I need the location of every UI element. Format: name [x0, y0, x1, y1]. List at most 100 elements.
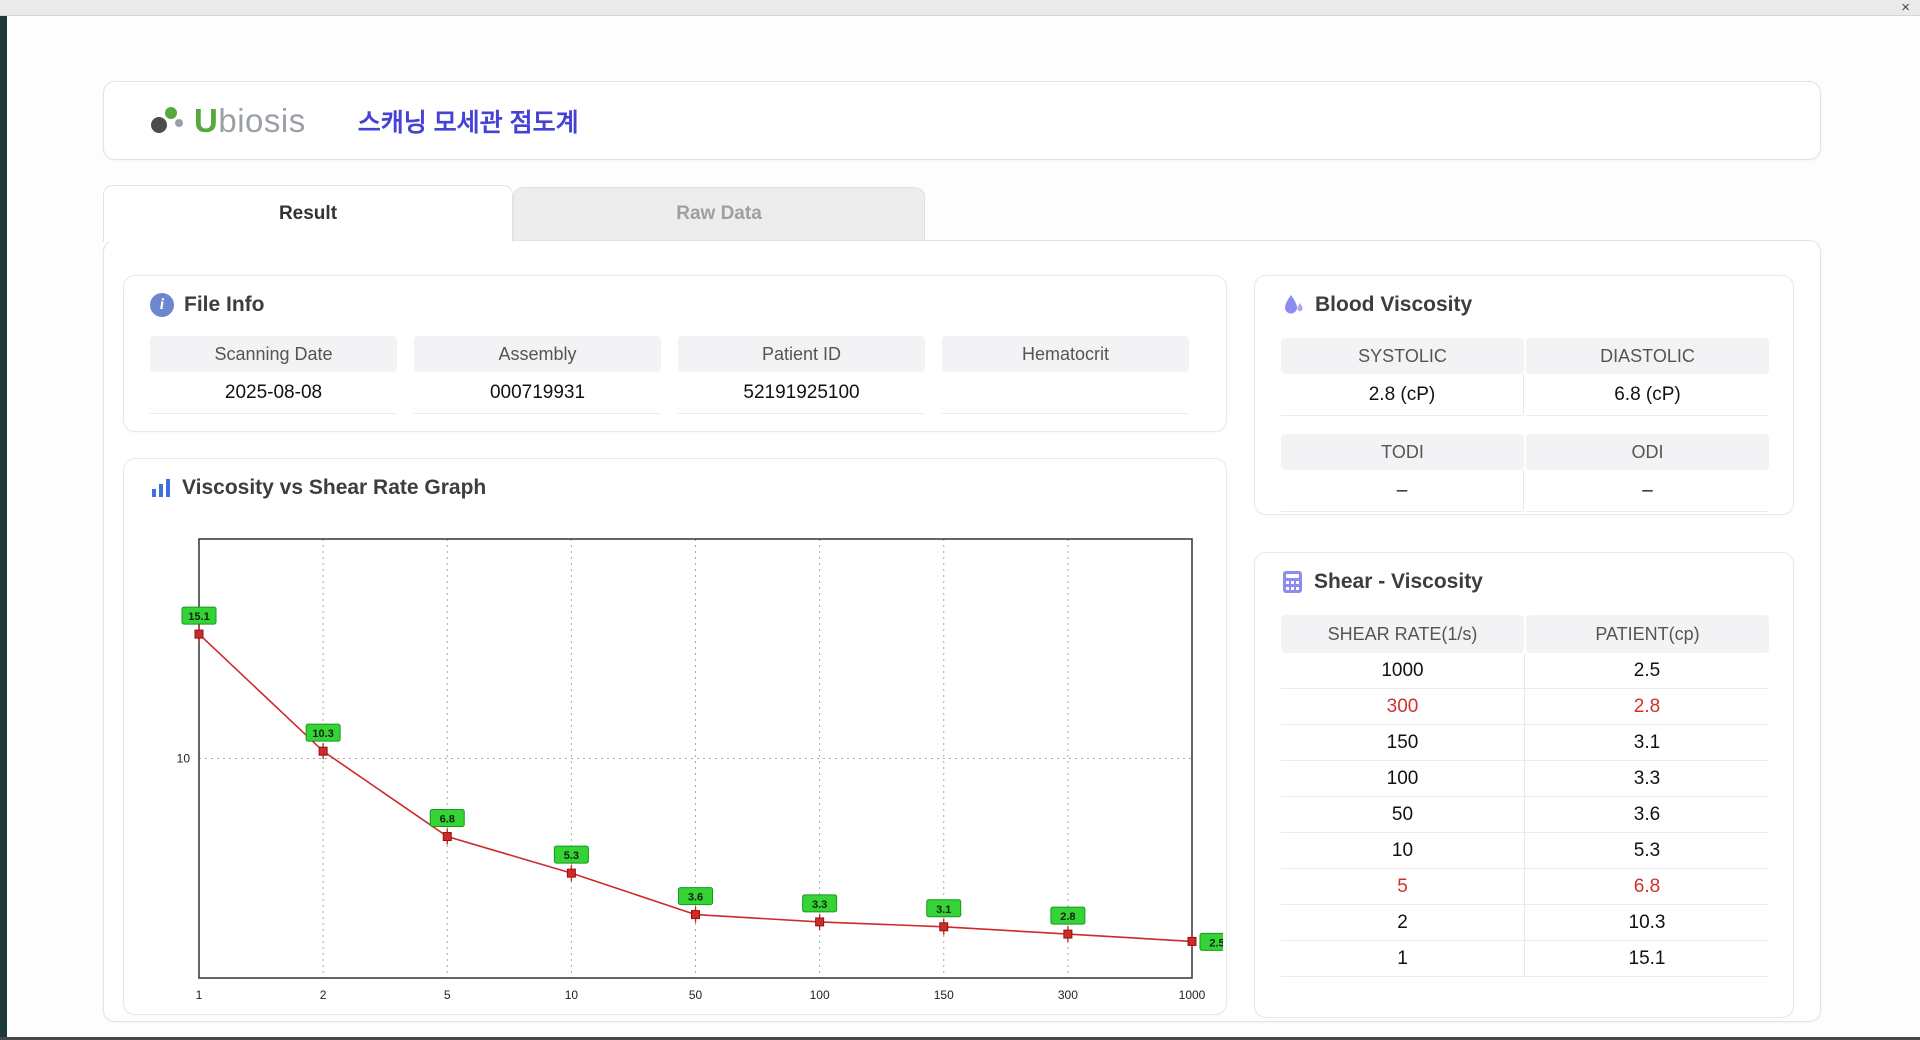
shear-rate-cell: 1 — [1281, 941, 1525, 977]
svg-text:50: 50 — [689, 988, 703, 1002]
graph-card: Viscosity vs Shear Rate Graph 15.1 10.3 6.… — [123, 458, 1235, 1015]
svg-text:3.1: 3.1 — [936, 904, 951, 916]
patient-viscosity-cell: 3.1 — [1525, 725, 1769, 761]
shear-table: SHEAR RATE(1/s) PATIENT(cp) 1000 2.5 300 2.… — [1281, 615, 1769, 977]
graph-header: Viscosity vs Shear Rate Graph — [124, 459, 1226, 500]
blood-viscosity-header: Blood Viscosity — [1255, 276, 1793, 317]
blood-viscosity-grid: SYSTOLIC DIASTOLIC 2.8 (cP) 6.8 (cP) TOD… — [1281, 338, 1769, 512]
file-info-fields: Scanning Date 2025-08-08 Assembly 000719… — [150, 336, 1189, 414]
logo-letter-u: U — [194, 101, 219, 139]
svg-text:10: 10 — [565, 988, 579, 1002]
svg-text:10.3: 10.3 — [312, 728, 333, 740]
graph-title: Viscosity vs Shear Rate Graph — [182, 476, 487, 499]
svg-text:150: 150 — [934, 988, 954, 1002]
svg-text:300: 300 — [1058, 988, 1078, 1002]
field-value: 52191925100 — [678, 372, 925, 414]
window-title-bar: × — [0, 0, 1920, 16]
table-row: 100 3.3 — [1281, 761, 1769, 797]
patient-viscosity-cell: 15.1 — [1525, 941, 1769, 977]
diastolic-value: 6.8 (cP) — [1526, 374, 1769, 416]
svg-text:6.8: 6.8 — [440, 814, 455, 826]
patient-viscosity-cell: 2.5 — [1525, 653, 1769, 689]
tab-result[interactable]: Result — [103, 185, 513, 242]
svg-text:2.8: 2.8 — [1060, 911, 1075, 923]
patient-viscosity-cell: 6.8 — [1525, 869, 1769, 905]
svg-text:3.6: 3.6 — [688, 892, 703, 904]
table-row: 1 15.1 — [1281, 941, 1769, 977]
svg-text:1: 1 — [196, 988, 203, 1002]
field-scanning-date: Scanning Date 2025-08-08 — [150, 336, 397, 414]
svg-text:5.3: 5.3 — [564, 850, 579, 862]
shear-rate-cell: 50 — [1281, 797, 1525, 833]
table-row: 1000 2.5 — [1281, 653, 1769, 689]
shear-table-head: SHEAR RATE(1/s) PATIENT(cp) — [1281, 615, 1769, 653]
shear-viscosity-card: Shear - Viscosity SHEAR RATE(1/s) PATIEN… — [1254, 552, 1794, 1018]
svg-text:5: 5 — [444, 988, 451, 1002]
close-icon[interactable]: × — [1901, 0, 1910, 16]
file-info-header: i File Info — [124, 276, 1226, 317]
shear-rate-cell: 100 — [1281, 761, 1525, 797]
svg-text:1000: 1000 — [1179, 988, 1206, 1002]
tab-raw-data[interactable]: Raw Data — [513, 187, 925, 240]
calculator-icon — [1283, 571, 1302, 593]
shear-rate-column-header: SHEAR RATE(1/s) — [1281, 615, 1524, 653]
patient-column-header: PATIENT(cp) — [1526, 615, 1769, 653]
blood-viscosity-card: Blood Viscosity SYSTOLIC DIASTOLIC 2.8 (… — [1254, 275, 1794, 515]
svg-text:2.5: 2.5 — [1209, 937, 1223, 949]
todi-value: – — [1281, 470, 1524, 512]
bar-chart-icon — [152, 479, 170, 497]
field-label: Assembly — [414, 336, 661, 372]
app-logo: Ubiosis — [146, 102, 306, 140]
shear-rate-cell: 1000 — [1281, 653, 1525, 689]
svg-text:2: 2 — [320, 988, 327, 1002]
shear-table-body: 1000 2.5 300 2.8 150 3.1 100 3.3 50 3.6 10 5.3 5 6.8 2… — [1281, 653, 1769, 977]
patient-viscosity-cell: 10.3 — [1525, 905, 1769, 941]
shear-viscosity-header: Shear - Viscosity — [1255, 553, 1793, 594]
droplet-icon — [1285, 295, 1303, 314]
diastolic-label: DIASTOLIC — [1526, 338, 1769, 374]
app-window: × Ubiosis 스캐닝 모세관 점도계 Result Raw Data i … — [0, 0, 1920, 1040]
field-label: Patient ID — [678, 336, 925, 372]
blood-viscosity-title: Blood Viscosity — [1315, 293, 1473, 316]
shear-rate-cell: 10 — [1281, 833, 1525, 869]
svg-text:10: 10 — [177, 752, 191, 766]
shear-rate-cell: 2 — [1281, 905, 1525, 941]
field-hematocrit: Hematocrit — [942, 336, 1189, 414]
table-row: 5 6.8 — [1281, 869, 1769, 905]
viscosity-chart: 15.1 10.3 6.8 5.3 3.6 3.3 3.1 2.8 2.5 1 2 5 10 50 100 1… — [177, 538, 1235, 1002]
info-icon: i — [150, 293, 174, 317]
todi-label: TODI — [1281, 434, 1524, 470]
svg-text:3.3: 3.3 — [812, 899, 827, 911]
patient-viscosity-cell: 3.3 — [1525, 761, 1769, 797]
shear-viscosity-title: Shear - Viscosity — [1314, 570, 1483, 593]
field-patient-id: Patient ID 52191925100 — [678, 336, 925, 414]
shear-rate-cell: 150 — [1281, 725, 1525, 761]
logo-rest: biosis — [218, 101, 306, 139]
tab-result-label: Result — [278, 203, 338, 224]
chart-area: 15.1 10.3 6.8 5.3 3.6 3.3 3.1 2.8 2.5 1 2 5 10 50 100 1… — [139, 521, 1235, 1011]
odi-value: – — [1526, 470, 1769, 512]
systolic-label: SYSTOLIC — [1281, 338, 1524, 374]
table-row: 50 3.6 — [1281, 797, 1769, 833]
file-info-title: File Info — [184, 293, 265, 316]
table-row: 10 5.3 — [1281, 833, 1769, 869]
table-row: 150 3.1 — [1281, 725, 1769, 761]
patient-viscosity-cell: 2.8 — [1525, 689, 1769, 725]
tab-raw-data-label: Raw Data — [676, 203, 762, 224]
field-value: 2025-08-08 — [150, 372, 397, 414]
field-label: Hematocrit — [942, 336, 1189, 372]
page-title: 스캐닝 모세관 점도계 — [357, 108, 579, 137]
logo-text: Ubiosis — [194, 102, 306, 140]
table-row: 2 10.3 — [1281, 905, 1769, 941]
odi-label: ODI — [1526, 434, 1769, 470]
field-label: Scanning Date — [150, 336, 397, 372]
field-value: 000719931 — [414, 372, 661, 414]
svg-text:100: 100 — [810, 988, 830, 1002]
field-assembly: Assembly 000719931 — [414, 336, 661, 414]
shear-rate-cell: 5 — [1281, 869, 1525, 905]
logo-dots-icon — [151, 106, 183, 133]
file-info-card: i File Info Scanning Date 2025-08-08 Ass… — [123, 275, 1227, 432]
systolic-value: 2.8 (cP) — [1281, 374, 1524, 416]
svg-text:15.1: 15.1 — [188, 611, 209, 623]
patient-viscosity-cell: 3.6 — [1525, 797, 1769, 833]
